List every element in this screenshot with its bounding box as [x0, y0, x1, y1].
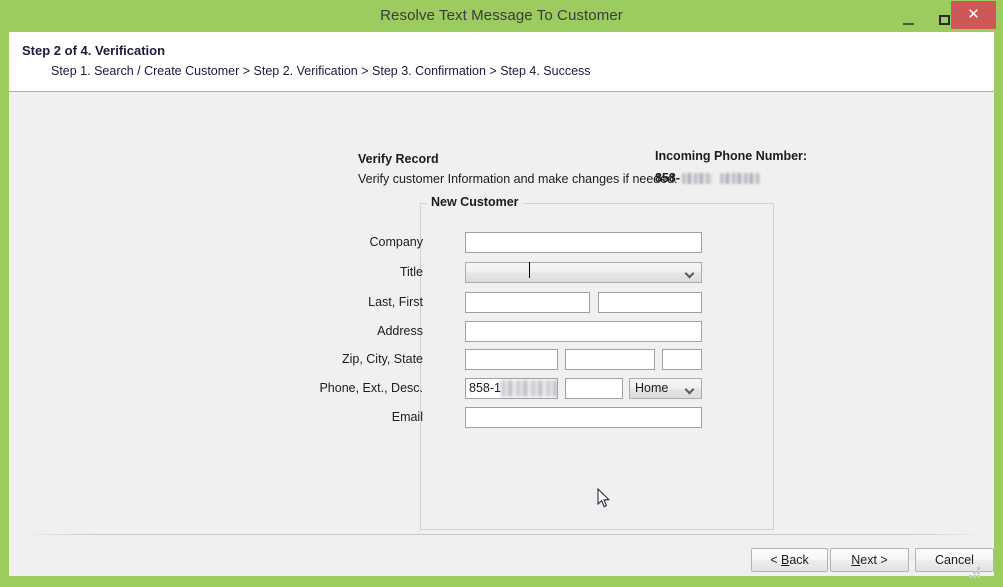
- new-customer-legend: New Customer: [427, 195, 523, 209]
- address-input[interactable]: [465, 321, 702, 342]
- minimize-button[interactable]: [890, 0, 926, 30]
- address-label: Address: [377, 324, 423, 338]
- phone-label: Phone, Ext., Desc.: [319, 381, 423, 395]
- redaction-block: [500, 380, 557, 397]
- resize-grip[interactable]: [969, 567, 983, 581]
- phone-desc-value: Home: [635, 381, 669, 395]
- form-row-company: Company: [349, 232, 772, 254]
- city-input[interactable]: [565, 349, 655, 370]
- chevron-down-icon: [686, 270, 694, 275]
- company-input[interactable]: [465, 232, 702, 253]
- close-icon: ✕: [967, 6, 980, 23]
- form-row-email: Email: [349, 407, 772, 429]
- close-button[interactable]: ✕: [951, 1, 996, 29]
- window-title: Resolve Text Message To Customer: [380, 7, 623, 24]
- title-bar: Resolve Text Message To Customer ✕: [0, 0, 1003, 32]
- form-row-phone: Phone, Ext., Desc. 858-1 Home: [319, 378, 772, 400]
- first-name-input[interactable]: [598, 292, 702, 313]
- phone-number-value: 858-1: [469, 379, 557, 398]
- email-label: Email: [391, 410, 423, 424]
- footer-divider: [21, 534, 984, 535]
- form-row-zip-city-state: Zip, City, State: [342, 349, 772, 371]
- title-label: Title: [399, 265, 423, 279]
- phone-desc-dropdown[interactable]: Home: [629, 378, 702, 399]
- form-row-title: Title: [349, 262, 772, 284]
- minimize-icon: [902, 23, 914, 25]
- verify-record-heading: Verify Record: [358, 152, 439, 166]
- form-row-name: Last, First: [349, 292, 772, 314]
- step-title: Step 2 of 4. Verification: [22, 43, 166, 58]
- next-button[interactable]: Next >: [830, 548, 909, 572]
- wizard-footer: < Back Next > Cancel: [9, 534, 994, 576]
- title-dropdown[interactable]: [465, 262, 702, 283]
- back-button-post: ack: [789, 553, 809, 567]
- company-label: Company: [369, 235, 424, 249]
- zip-city-state-label: Zip, City, State: [341, 352, 423, 366]
- back-button[interactable]: < Back: [751, 548, 828, 572]
- name-label: Last, First: [368, 295, 423, 309]
- redaction-block: [682, 172, 713, 184]
- text-caret: [529, 262, 530, 278]
- phone-number-input[interactable]: 858-1: [465, 378, 558, 399]
- wizard-header: Step 2 of 4. Verification Step 1. Search…: [9, 32, 994, 92]
- verify-record-subtext: Verify customer Information and make cha…: [358, 172, 678, 186]
- incoming-phone-label: Incoming Phone Number:: [655, 149, 808, 163]
- client-area: Step 2 of 4. Verification Step 1. Search…: [9, 32, 994, 576]
- next-button-post: ext >: [860, 553, 888, 567]
- zip-input[interactable]: [465, 349, 558, 370]
- back-button-pre: <: [770, 553, 781, 567]
- maximize-icon: [938, 15, 950, 25]
- wizard-body: Verify Record Verify customer Informatio…: [9, 93, 994, 534]
- next-button-accel: N: [851, 553, 861, 567]
- application-window: Resolve Text Message To Customer ✕ Step …: [0, 0, 1003, 587]
- state-input[interactable]: [662, 349, 702, 370]
- incoming-phone-prefix: 858-: [655, 171, 681, 185]
- phone-ext-input[interactable]: [565, 378, 623, 399]
- chevron-down-icon: [686, 386, 694, 391]
- last-name-input[interactable]: [465, 292, 590, 313]
- phone-number-prefix: 858-1: [469, 381, 501, 395]
- breadcrumb: Step 1. Search / Create Customer > Step …: [51, 64, 591, 78]
- incoming-phone-value: 858-: [655, 171, 761, 185]
- email-input[interactable]: [465, 407, 702, 428]
- form-row-address: Address: [349, 321, 772, 343]
- redaction-block: [720, 172, 761, 184]
